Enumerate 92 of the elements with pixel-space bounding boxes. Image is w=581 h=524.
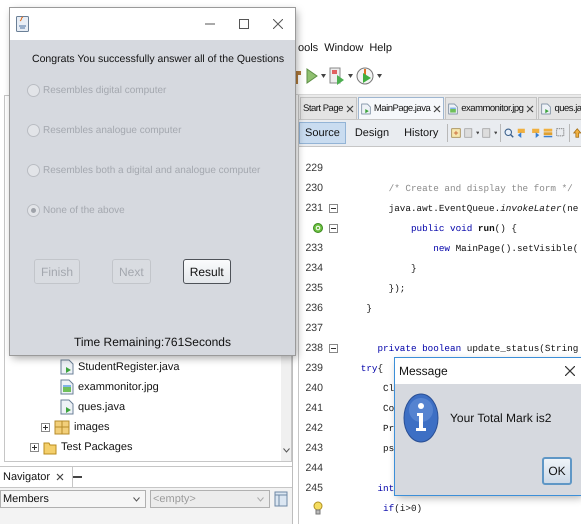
left-arrow-icon[interactable] (516, 126, 527, 140)
ok-button[interactable]: OK (542, 457, 572, 485)
view-tab[interactable]: Design (348, 122, 396, 144)
java-file-icon (541, 102, 552, 114)
code-line: ps (382, 442, 394, 454)
code-line: }); (388, 282, 406, 294)
code-line: new MainPage().setVisible( (432, 242, 578, 254)
caret-icon[interactable] (494, 131, 498, 135)
total-mark-message: Your Total Mark is2 (450, 411, 552, 425)
editor-tab[interactable]: MainPage.java (358, 97, 444, 119)
editor-tab[interactable]: Start Page (300, 97, 357, 119)
close-icon[interactable] (346, 104, 354, 112)
minimize-icon[interactable] (73, 476, 82, 478)
menu-item[interactable]: Window (324, 42, 364, 54)
info-icon (403, 393, 439, 443)
override-marker-icon (313, 223, 323, 233)
tree-item[interactable]: StudentRegister.java (78, 361, 180, 373)
close-icon[interactable] (273, 19, 283, 29)
image-file-icon (60, 379, 74, 395)
caret-icon[interactable] (476, 131, 480, 135)
code-line: if(i>0) (382, 502, 422, 514)
lightbulb-icon (313, 501, 323, 515)
caret-icon[interactable] (377, 74, 382, 78)
close-icon[interactable] (433, 104, 442, 112)
panel-icon[interactable] (274, 491, 288, 507)
scroll-down-icon[interactable] (282, 448, 290, 453)
expand-icon[interactable] (41, 422, 50, 432)
caret-icon[interactable] (321, 74, 326, 78)
code-line: int (376, 482, 394, 494)
java-file-icon (360, 102, 371, 114)
caret-icon[interactable] (348, 74, 353, 78)
caret-icon (133, 496, 140, 502)
close-icon[interactable] (526, 104, 534, 112)
editor-tab[interactable]: exammonitor.jpg (445, 97, 538, 119)
action-button[interactable]: Result (182, 259, 231, 284)
right-arrow-icon[interactable] (530, 126, 540, 140)
code-line: private boolean update_status(String (376, 342, 578, 354)
close-icon[interactable] (56, 473, 64, 481)
code-line: java.awt.EventQueue.invokeLater(ne (388, 202, 578, 214)
tree-item[interactable]: exammonitor.jpg (78, 381, 159, 393)
java-file-icon (60, 399, 74, 415)
menu-item[interactable]: ools (298, 42, 318, 54)
expand-icon[interactable] (30, 442, 39, 452)
collapse-icon[interactable] (328, 224, 338, 232)
gauge-play-icon[interactable] (356, 66, 374, 84)
play-icon[interactable] (306, 68, 318, 84)
code-line: Pr (382, 422, 394, 434)
line-number: 239 (305, 362, 323, 374)
line-number: 234 (305, 262, 323, 274)
line-number: 238 (305, 342, 323, 354)
line-number: 236 (305, 302, 323, 314)
view-tab[interactable]: Source (299, 122, 346, 144)
collapse-icon[interactable] (328, 344, 338, 352)
line-number: 241 (305, 402, 323, 414)
tree-item[interactable]: ques.java (78, 401, 126, 413)
java-file-icon (60, 359, 74, 375)
caret-icon (257, 496, 264, 502)
code-line: public void run() { (410, 222, 517, 234)
line-number: 229 (305, 162, 323, 174)
line-number: 233 (305, 242, 323, 254)
line-number: 242 (305, 422, 323, 434)
code-line: Co (382, 402, 394, 414)
app-icon (16, 16, 29, 32)
line-number: 244 (305, 462, 323, 474)
code-line: /* Create and display the form */ (388, 182, 573, 194)
line-number: 230 (305, 182, 323, 194)
code-line: } (410, 262, 417, 274)
tree-item[interactable]: Test Packages (61, 441, 133, 453)
code-line: Cl (382, 382, 394, 394)
stack-icon[interactable] (542, 126, 553, 140)
members-dropdown[interactable]: Members (0, 490, 146, 508)
line-number: 243 (305, 442, 323, 454)
line-number: 245 (305, 482, 323, 494)
code-line: } (365, 302, 372, 314)
line-number: 237 (305, 322, 323, 334)
line-number: 231 (305, 202, 323, 214)
maximize-icon[interactable] (239, 19, 249, 29)
line-number: 240 (305, 382, 323, 394)
code-line: try{ (360, 362, 384, 374)
close-icon[interactable] (565, 366, 575, 376)
package-icon (54, 419, 70, 435)
view-tab[interactable]: History (398, 122, 444, 144)
up-arrow-icon[interactable] (572, 126, 581, 140)
line-number: 235 (305, 282, 323, 294)
question-message: Congrats You successfully answer all of the Questions (32, 52, 286, 67)
image-file-icon (448, 102, 458, 114)
menu-item[interactable]: Help (369, 42, 392, 54)
time-remaining: Time Remaining:761Seconds (74, 335, 231, 349)
collapse-icon[interactable] (328, 204, 338, 212)
tree-item[interactable]: images (74, 421, 110, 433)
search-icon[interactable] (504, 126, 514, 140)
dialog-title: Message (399, 364, 448, 378)
